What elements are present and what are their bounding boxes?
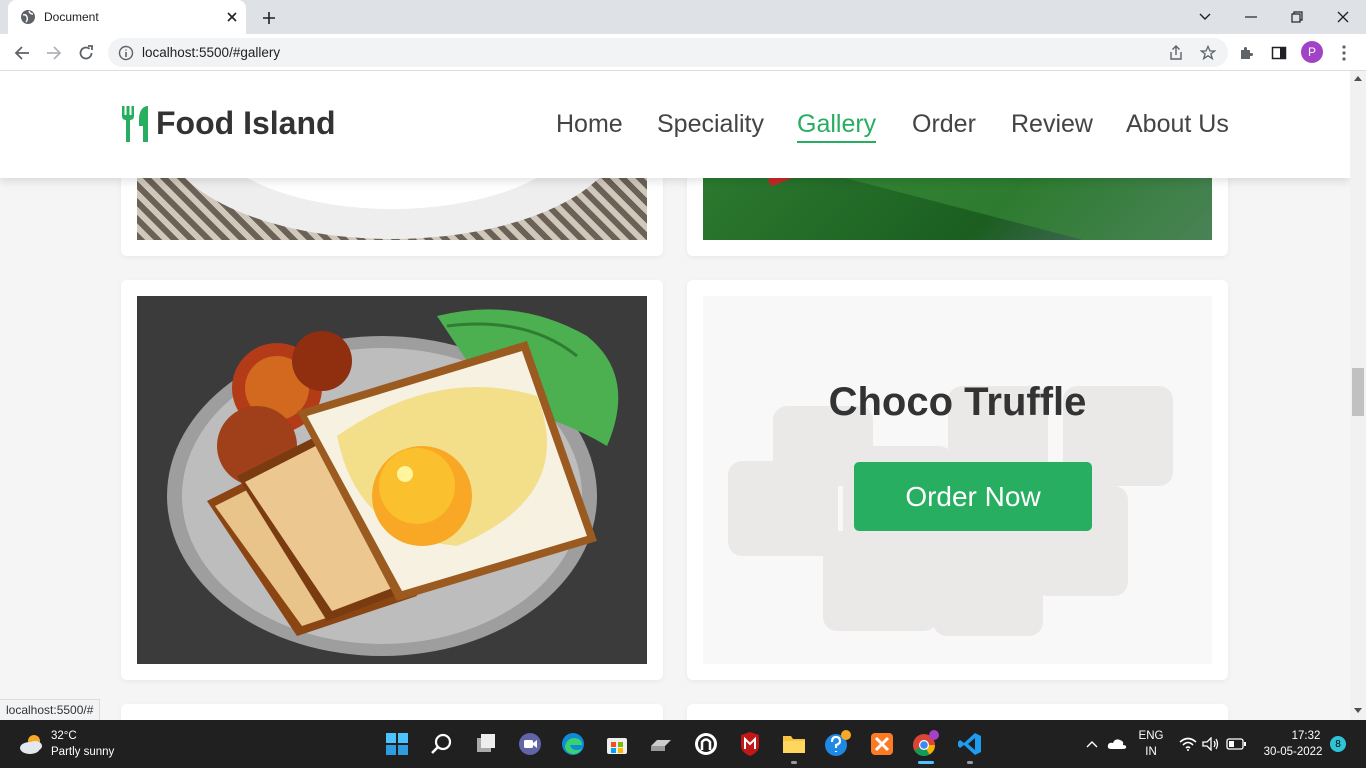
notification-badge[interactable]: 8 (1330, 736, 1346, 752)
egg-toast-image (137, 296, 647, 664)
nav-speciality[interactable]: Speciality (657, 110, 764, 139)
close-window-button[interactable] (1331, 5, 1355, 29)
forward-button[interactable] (42, 41, 66, 65)
url-text[interactable]: localhost:5500/#gallery (142, 45, 280, 60)
weather-desc: Partly sunny (51, 746, 115, 758)
status-bar-url: localhost:5500/# (0, 699, 101, 720)
bookmark-star-icon[interactable] (1199, 44, 1217, 62)
menu-kebab-icon[interactable] (1333, 42, 1355, 64)
partly-sunny-icon[interactable] (18, 732, 46, 756)
nav-gallery[interactable]: Gallery (797, 110, 877, 143)
teams-icon[interactable] (516, 730, 544, 758)
vscode-icon[interactable] (956, 730, 984, 758)
store-icon[interactable] (603, 730, 631, 758)
start-icon[interactable] (383, 730, 411, 758)
site-header: Food Island Home Speciality Gallery Orde… (0, 71, 1350, 178)
onedrive-cloud-icon[interactable] (1106, 730, 1128, 758)
page-viewport: Food Island Home Speciality Gallery Orde… (0, 71, 1350, 720)
scroll-down-arrow-icon[interactable] (1354, 708, 1362, 713)
tab-title: Document (44, 10, 99, 24)
site-logo[interactable]: Food Island (120, 105, 336, 142)
gallery-item-title: Choco Truffle (828, 380, 1087, 424)
scroll-up-arrow-icon[interactable] (1354, 76, 1362, 81)
gallery-card (121, 280, 663, 680)
chrome-icon[interactable] (912, 730, 940, 758)
page-scrollbar[interactable] (1350, 71, 1366, 720)
reload-button[interactable] (74, 41, 98, 65)
minimize-button[interactable] (1239, 5, 1263, 29)
language-region: IN (1145, 746, 1157, 758)
running-indicator (791, 761, 797, 764)
wifi-icon[interactable] (1178, 730, 1198, 758)
windows-taskbar: 32°C Partly sunny ENG IN 17:32 30-05-202… (0, 720, 1366, 768)
extensions-puzzle-icon[interactable] (1236, 42, 1258, 64)
battery-icon[interactable] (1225, 730, 1247, 758)
help-icon[interactable] (824, 730, 852, 758)
mcafee-shield-icon[interactable] (736, 730, 764, 758)
task-view-icon[interactable] (472, 730, 500, 758)
nav-order[interactable]: Order (912, 110, 976, 139)
choco-truffle-image: Choco Truffle Order Now (703, 296, 1212, 664)
order-now-button[interactable]: Order Now (854, 462, 1092, 531)
gallery-card-hover[interactable]: Choco Truffle Order Now (687, 280, 1228, 680)
edge-icon[interactable] (559, 730, 587, 758)
clock-date[interactable]: 30-05-2022 (1258, 746, 1328, 758)
restore-button[interactable] (1285, 5, 1309, 29)
clock-time[interactable]: 17:32 (1286, 730, 1326, 742)
gallery-card (687, 704, 1228, 720)
volume-icon[interactable] (1201, 730, 1221, 758)
file-explorer-icon[interactable] (780, 730, 808, 758)
gallery-card (121, 704, 663, 720)
browser-tab-bar: Document (0, 0, 1366, 34)
weather-temp: 32°C (51, 730, 77, 742)
logo-text: Food Island (156, 105, 336, 141)
tab-search-icon[interactable] (1193, 5, 1217, 29)
security-icon[interactable] (692, 730, 720, 758)
back-button[interactable] (10, 41, 34, 65)
nav-review[interactable]: Review (1011, 110, 1093, 139)
address-bar[interactable]: localhost:5500/#gallery (108, 38, 1228, 67)
xampp-icon[interactable] (868, 730, 896, 758)
active-indicator (918, 761, 934, 764)
side-panel-icon[interactable] (1268, 42, 1290, 64)
utensils-icon (122, 105, 148, 142)
close-tab-icon[interactable] (224, 9, 240, 25)
browser-toolbar: localhost:5500/#gallery P (0, 34, 1366, 71)
chevron-up-icon[interactable] (1084, 730, 1100, 758)
site-info-icon[interactable] (118, 45, 134, 61)
profile-avatar[interactable]: P (1301, 41, 1323, 63)
globe-icon (21, 10, 35, 24)
new-tab-button[interactable] (258, 7, 280, 29)
running-indicator (967, 761, 973, 764)
nav-about-us[interactable]: About Us (1126, 110, 1229, 139)
scrollbar-thumb[interactable] (1352, 368, 1364, 416)
search-icon[interactable] (428, 730, 456, 758)
drive-icon[interactable] (647, 730, 675, 758)
browser-tab[interactable]: Document (8, 0, 246, 34)
nav-home[interactable]: Home (556, 110, 623, 139)
language-indicator[interactable]: ENG (1136, 730, 1166, 742)
share-icon[interactable] (1167, 44, 1185, 62)
